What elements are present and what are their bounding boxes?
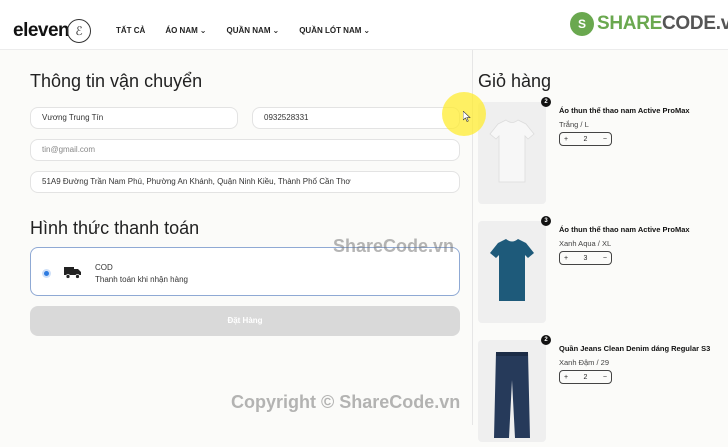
main-nav: TẤT CẢ ÁO NAM ⌄ QUẦN NAM ⌄ QUẦN LÓT NAM ⌄ [116,26,370,35]
product-image[interactable] [478,102,546,204]
brand-text: SHARECODE.vn [597,13,728,35]
address-field[interactable]: 51A9 Đường Trần Nam Phú, Phường An Khánh… [30,171,460,193]
chevron-down-icon: ⌄ [363,26,371,35]
quantity-value: 3 [583,254,588,262]
nav-item-label: QUẦN LÓT NAM [299,26,362,35]
payment-method-code: COD [95,263,113,272]
name-field[interactable]: Vương Trung Tín [30,107,238,129]
product-variant: Xanh Đậm / 29 [559,358,610,367]
shipping-title: Thông tin vận chuyển [30,71,203,91]
brand-prefix: SHARE [597,13,663,34]
cart-item: 2 Quần Jeans Clean Denim dáng Regular S3… [478,335,728,442]
sharecode-logo-icon: S [570,12,594,36]
quantity-badge: 2 [541,97,551,107]
nav-item-ao-nam[interactable]: ÁO NAM ⌄ [165,26,206,35]
delivery-truck-icon [64,267,81,279]
quantity-stepper: + 3 − [559,251,612,265]
chevron-down-icon: ⌄ [272,26,280,35]
payment-title: Hình thức thanh toán [30,218,200,238]
quantity-stepper: + 2 − [559,370,612,384]
nav-item-all[interactable]: TẤT CẢ [116,26,145,35]
teal-tshirt-icon [490,239,534,301]
plus-button[interactable]: + [564,136,568,143]
nav-item-quan-nam[interactable]: QUẦN NAM ⌄ [226,26,279,35]
mouse-pointer-icon [463,111,471,122]
product-name[interactable]: Áo thun thể thao nam Active ProMax [559,225,690,234]
payment-option-cod[interactable]: COD Thanh toán khi nhận hàng [30,247,460,296]
nav-item-label: ÁO NAM [165,26,198,35]
logo-mark-icon: ℰ [67,19,91,43]
phone-field[interactable]: 0932528331 [252,107,460,129]
quantity-value: 2 [583,135,588,143]
plus-button[interactable]: + [564,374,568,381]
watermark-bottom: Copyright © ShareCode.vn [231,392,461,412]
cart-item: 2 Áo thun thể thao nam Active ProMax Trắ… [478,97,728,204]
nav-item-label: TẤT CẢ [116,26,146,35]
chevron-down-icon: ⌄ [199,26,207,35]
minus-button[interactable]: − [603,374,607,381]
place-order-button[interactable]: Đặt Hàng [30,306,460,336]
jeans-icon [494,352,530,438]
quantity-badge: 3 [541,216,551,226]
product-variant: Trắng / L [559,120,589,129]
white-tshirt-icon [489,119,535,183]
product-image[interactable] [478,340,546,442]
quantity-value: 2 [583,373,588,381]
product-variant: Xanh Aqua / XL [559,239,612,248]
site-logo[interactable]: eleven [13,20,70,42]
plus-button[interactable]: + [564,255,568,262]
brand-suffix: CODE.vn [662,13,728,34]
top-navigation-bar: eleven ℰ TẤT CẢ ÁO NAM ⌄ QUẦN NAM ⌄ QUẦN L… [0,0,728,50]
product-name[interactable]: Quần Jeans Clean Denim dáng Regular S3 [559,344,710,353]
product-name[interactable]: Áo thun thể thao nam Active ProMax [559,106,690,115]
payment-method-desc: Thanh toán khi nhận hàng [95,275,188,284]
minus-button[interactable]: − [603,255,607,262]
quantity-stepper: + 2 − [559,132,612,146]
minus-button[interactable]: − [603,136,607,143]
email-field[interactable]: tin@gmail.com [30,139,460,161]
sharecode-brand-logo: S SHARECODE.vn [570,12,728,36]
quantity-badge: 2 [541,335,551,345]
payment-radio[interactable] [42,269,51,278]
nav-item-label: QUẦN NAM [226,26,271,35]
cart-item: 3 Áo thun thể thao nam Active ProMax Xan… [478,216,728,323]
product-image[interactable] [478,221,546,323]
nav-item-quan-lot-nam[interactable]: QUẦN LÓT NAM ⌄ [299,26,370,35]
cart-title: Giỏ hàng [478,71,552,91]
